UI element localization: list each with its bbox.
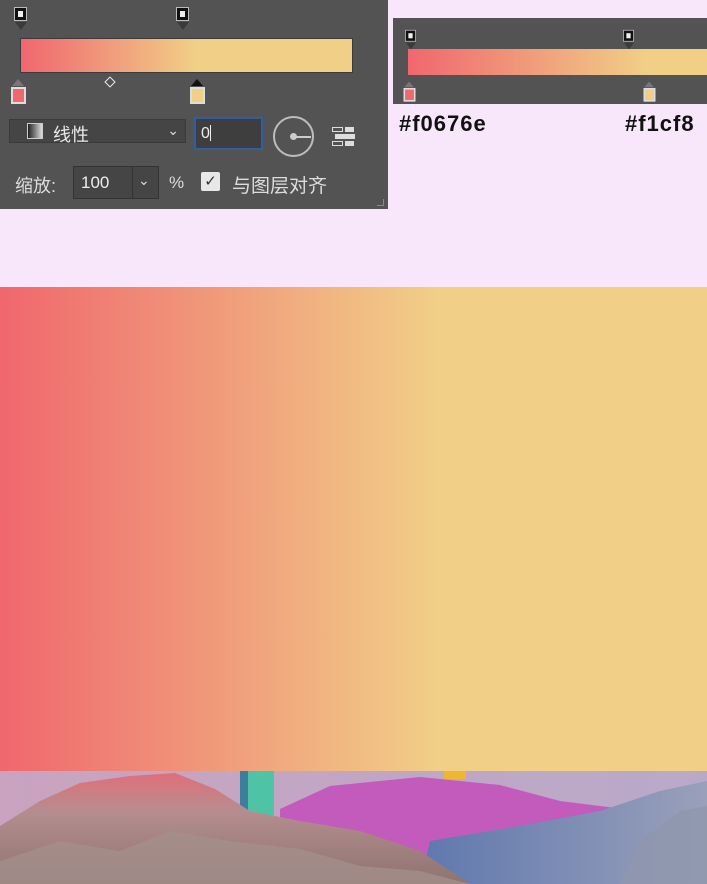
end-hex-label: #f1cf8	[625, 111, 695, 136]
gradient-editor-panel: 线性 ⌄ 0 缩放: 100 ⌄ % ✓ 与图层对齐	[0, 0, 388, 209]
preview-color-stop-right	[643, 81, 656, 103]
scale-unit: %	[169, 173, 185, 192]
gradient-type-select[interactable]: 线性 ⌄	[9, 119, 186, 145]
chevron-down-icon: ⌄	[167, 122, 179, 138]
align-with-layer-label: 与图层对齐	[232, 176, 328, 197]
angle-input[interactable]: 0	[194, 117, 263, 150]
linear-gradient-icon	[27, 123, 43, 139]
gradient-canvas	[0, 287, 707, 771]
preview-gradient-bar	[408, 49, 707, 75]
resize-grip[interactable]	[377, 199, 384, 206]
gradient-type-label: 线性	[53, 125, 89, 145]
scale-input[interactable]: 100 ⌄	[73, 166, 159, 199]
reverse-gradient-icon[interactable]	[332, 125, 356, 149]
scale-value: 100	[81, 173, 110, 192]
landscape-image	[0, 771, 707, 884]
align-with-layer-checkbox[interactable]: ✓	[201, 172, 220, 191]
start-hex-label: #f0676e	[399, 111, 487, 136]
chevron-down-icon[interactable]: ⌄	[138, 172, 150, 189]
preview-opacity-stop-right	[622, 29, 635, 50]
scale-label: 缩放:	[15, 176, 57, 196]
color-stop-right[interactable]	[190, 79, 205, 105]
angle-dial[interactable]	[273, 116, 314, 157]
color-stop-left[interactable]	[11, 79, 26, 105]
angle-value: 0	[201, 125, 210, 142]
midpoint-diamond[interactable]	[104, 76, 116, 88]
gradient-bar[interactable]	[20, 38, 353, 73]
gradient-preview-strip	[393, 18, 707, 104]
preview-opacity-stop-left	[404, 29, 417, 50]
opacity-stop-left[interactable]	[14, 7, 27, 31]
opacity-stop-right[interactable]	[176, 7, 189, 31]
preview-color-stop-left	[403, 81, 416, 103]
